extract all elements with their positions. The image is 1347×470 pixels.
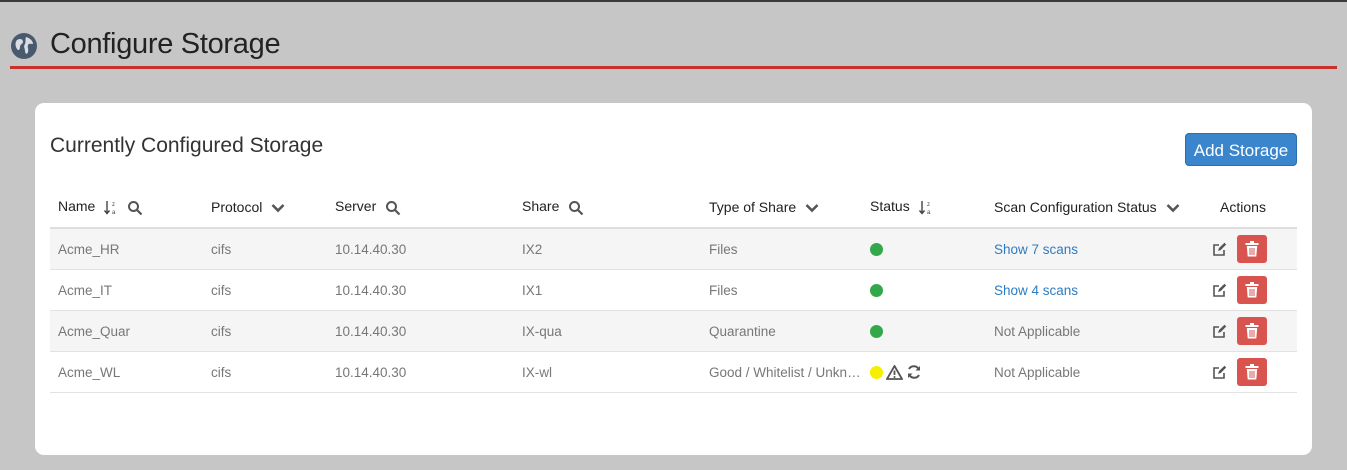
cell-type: Good / Whitelist / Unknown [701, 351, 862, 393]
trash-icon [1245, 323, 1258, 339]
warning-icon [886, 364, 903, 380]
cell-status [862, 228, 986, 270]
cell-share: IX-qua [514, 310, 701, 352]
status-indicator [870, 284, 883, 298]
col-server-label: Server [335, 198, 377, 215]
table-row: Acme_IT cifs 10.14.40.30 IX1 Files Show 4 sca… [50, 269, 1297, 311]
trash-icon [1245, 282, 1258, 298]
cell-share: IX1 [514, 269, 701, 311]
edit-icon[interactable] [1212, 365, 1227, 380]
col-status-header[interactable]: Status z a [862, 187, 986, 229]
col-scan-label: Scan Configuration Status [994, 199, 1157, 215]
cell-share: IX-wl [514, 351, 701, 393]
cell-status [862, 269, 986, 311]
cell-scan: Show 4 scans [986, 269, 1181, 311]
show-scans-link[interactable]: Show 4 scans [994, 283, 1078, 298]
top-border [0, 0, 1347, 2]
page-title: Configure Storage [50, 28, 281, 60]
cell-name: Acme_HR [50, 228, 203, 270]
svg-text:z: z [927, 202, 930, 208]
cell-server: 10.14.40.30 [327, 228, 514, 270]
edit-icon[interactable] [1212, 283, 1227, 298]
cell-protocol: cifs [203, 228, 327, 270]
col-server-header[interactable]: Server [327, 187, 514, 229]
cell-server: 10.14.40.30 [327, 351, 514, 393]
col-name-header[interactable]: Name z a [50, 187, 203, 229]
cell-type: Files [701, 269, 862, 311]
add-storage-button[interactable]: Add Storage [1185, 133, 1297, 166]
cell-name: Acme_WL [50, 351, 203, 393]
cell-name: Acme_IT [50, 269, 203, 311]
col-type-header[interactable]: Type of Share [701, 187, 862, 229]
delete-button[interactable] [1236, 235, 1267, 263]
table-row: Acme_HR cifs 10.14.40.30 IX2 Files Show 7 sca… [50, 228, 1297, 270]
edit-icon[interactable] [1212, 324, 1227, 339]
svg-text:z: z [112, 202, 115, 208]
cell-protocol: cifs [203, 310, 327, 352]
col-share-label: Share [522, 198, 560, 215]
table-header-row: Name z a Protocol Server Share Type of S… [50, 187, 1297, 229]
cell-status [862, 351, 986, 393]
cell-type: Files [701, 228, 862, 270]
cell-server: 10.14.40.30 [327, 269, 514, 311]
svg-text:a: a [927, 210, 931, 216]
trash-icon [1245, 364, 1258, 380]
col-protocol-label: Protocol [211, 199, 263, 215]
col-protocol-header[interactable]: Protocol [203, 187, 327, 229]
cell-scan: Show 7 scans [986, 228, 1181, 270]
show-scans-link[interactable]: Show 7 scans [994, 242, 1078, 257]
cell-scan: Not Applicable [986, 351, 1181, 393]
col-actions-header: Actions [1181, 187, 1297, 229]
col-share-header[interactable]: Share [514, 187, 701, 229]
sort-icon[interactable]: z a [918, 200, 933, 216]
storage-card: Currently Configured Storage Add Storage… [35, 103, 1312, 455]
refresh-icon[interactable] [906, 364, 922, 380]
cell-actions [1181, 351, 1297, 393]
table-row: Acme_WL cifs 10.14.40.30 IX-wl Good / Whitel… [50, 351, 1297, 393]
scan-status-text: Not Applicable [994, 323, 1081, 339]
chevron-down-icon[interactable] [271, 203, 285, 213]
chevron-down-icon[interactable] [805, 203, 819, 213]
cell-server: 10.14.40.30 [327, 310, 514, 352]
status-indicator [870, 243, 883, 257]
table-row: Acme_Quar cifs 10.14.40.30 IX-qua Quarantine… [50, 310, 1297, 352]
cell-scan: Not Applicable [986, 310, 1181, 352]
col-type-label: Type of Share [709, 199, 797, 215]
card-title: Currently Configured Storage [50, 134, 324, 157]
col-scan-header[interactable]: Scan Configuration Status [986, 187, 1181, 229]
cell-protocol: cifs [203, 351, 327, 393]
svg-text:a: a [112, 210, 116, 216]
delete-button[interactable] [1236, 276, 1267, 304]
cell-actions [1181, 269, 1297, 311]
col-status-label: Status [870, 198, 910, 215]
cell-actions [1181, 228, 1297, 270]
cell-share: IX2 [514, 228, 701, 270]
storage-table: Name z a Protocol Server Share Type of S… [50, 187, 1297, 393]
page-header: Configure Storage [10, 26, 1337, 69]
delete-button[interactable] [1236, 317, 1267, 345]
status-indicator [870, 365, 883, 379]
cell-protocol: cifs [203, 269, 327, 311]
search-icon[interactable] [127, 200, 143, 216]
edit-icon[interactable] [1212, 242, 1227, 257]
chevron-down-icon[interactable] [1166, 203, 1180, 213]
search-icon[interactable] [568, 200, 584, 216]
status-indicator [870, 325, 883, 339]
cell-actions [1181, 310, 1297, 352]
globe-icon [11, 33, 37, 59]
delete-button[interactable] [1236, 358, 1267, 386]
cell-type: Quarantine [701, 310, 862, 352]
sort-icon[interactable]: z a [104, 200, 118, 216]
col-name-label: Name [58, 198, 96, 215]
trash-icon [1245, 241, 1258, 257]
cell-status [862, 310, 986, 352]
search-icon[interactable] [385, 200, 401, 216]
cell-name: Acme_Quar [50, 310, 203, 352]
col-actions-label: Actions [1220, 199, 1266, 215]
scan-status-text: Not Applicable [994, 364, 1081, 380]
